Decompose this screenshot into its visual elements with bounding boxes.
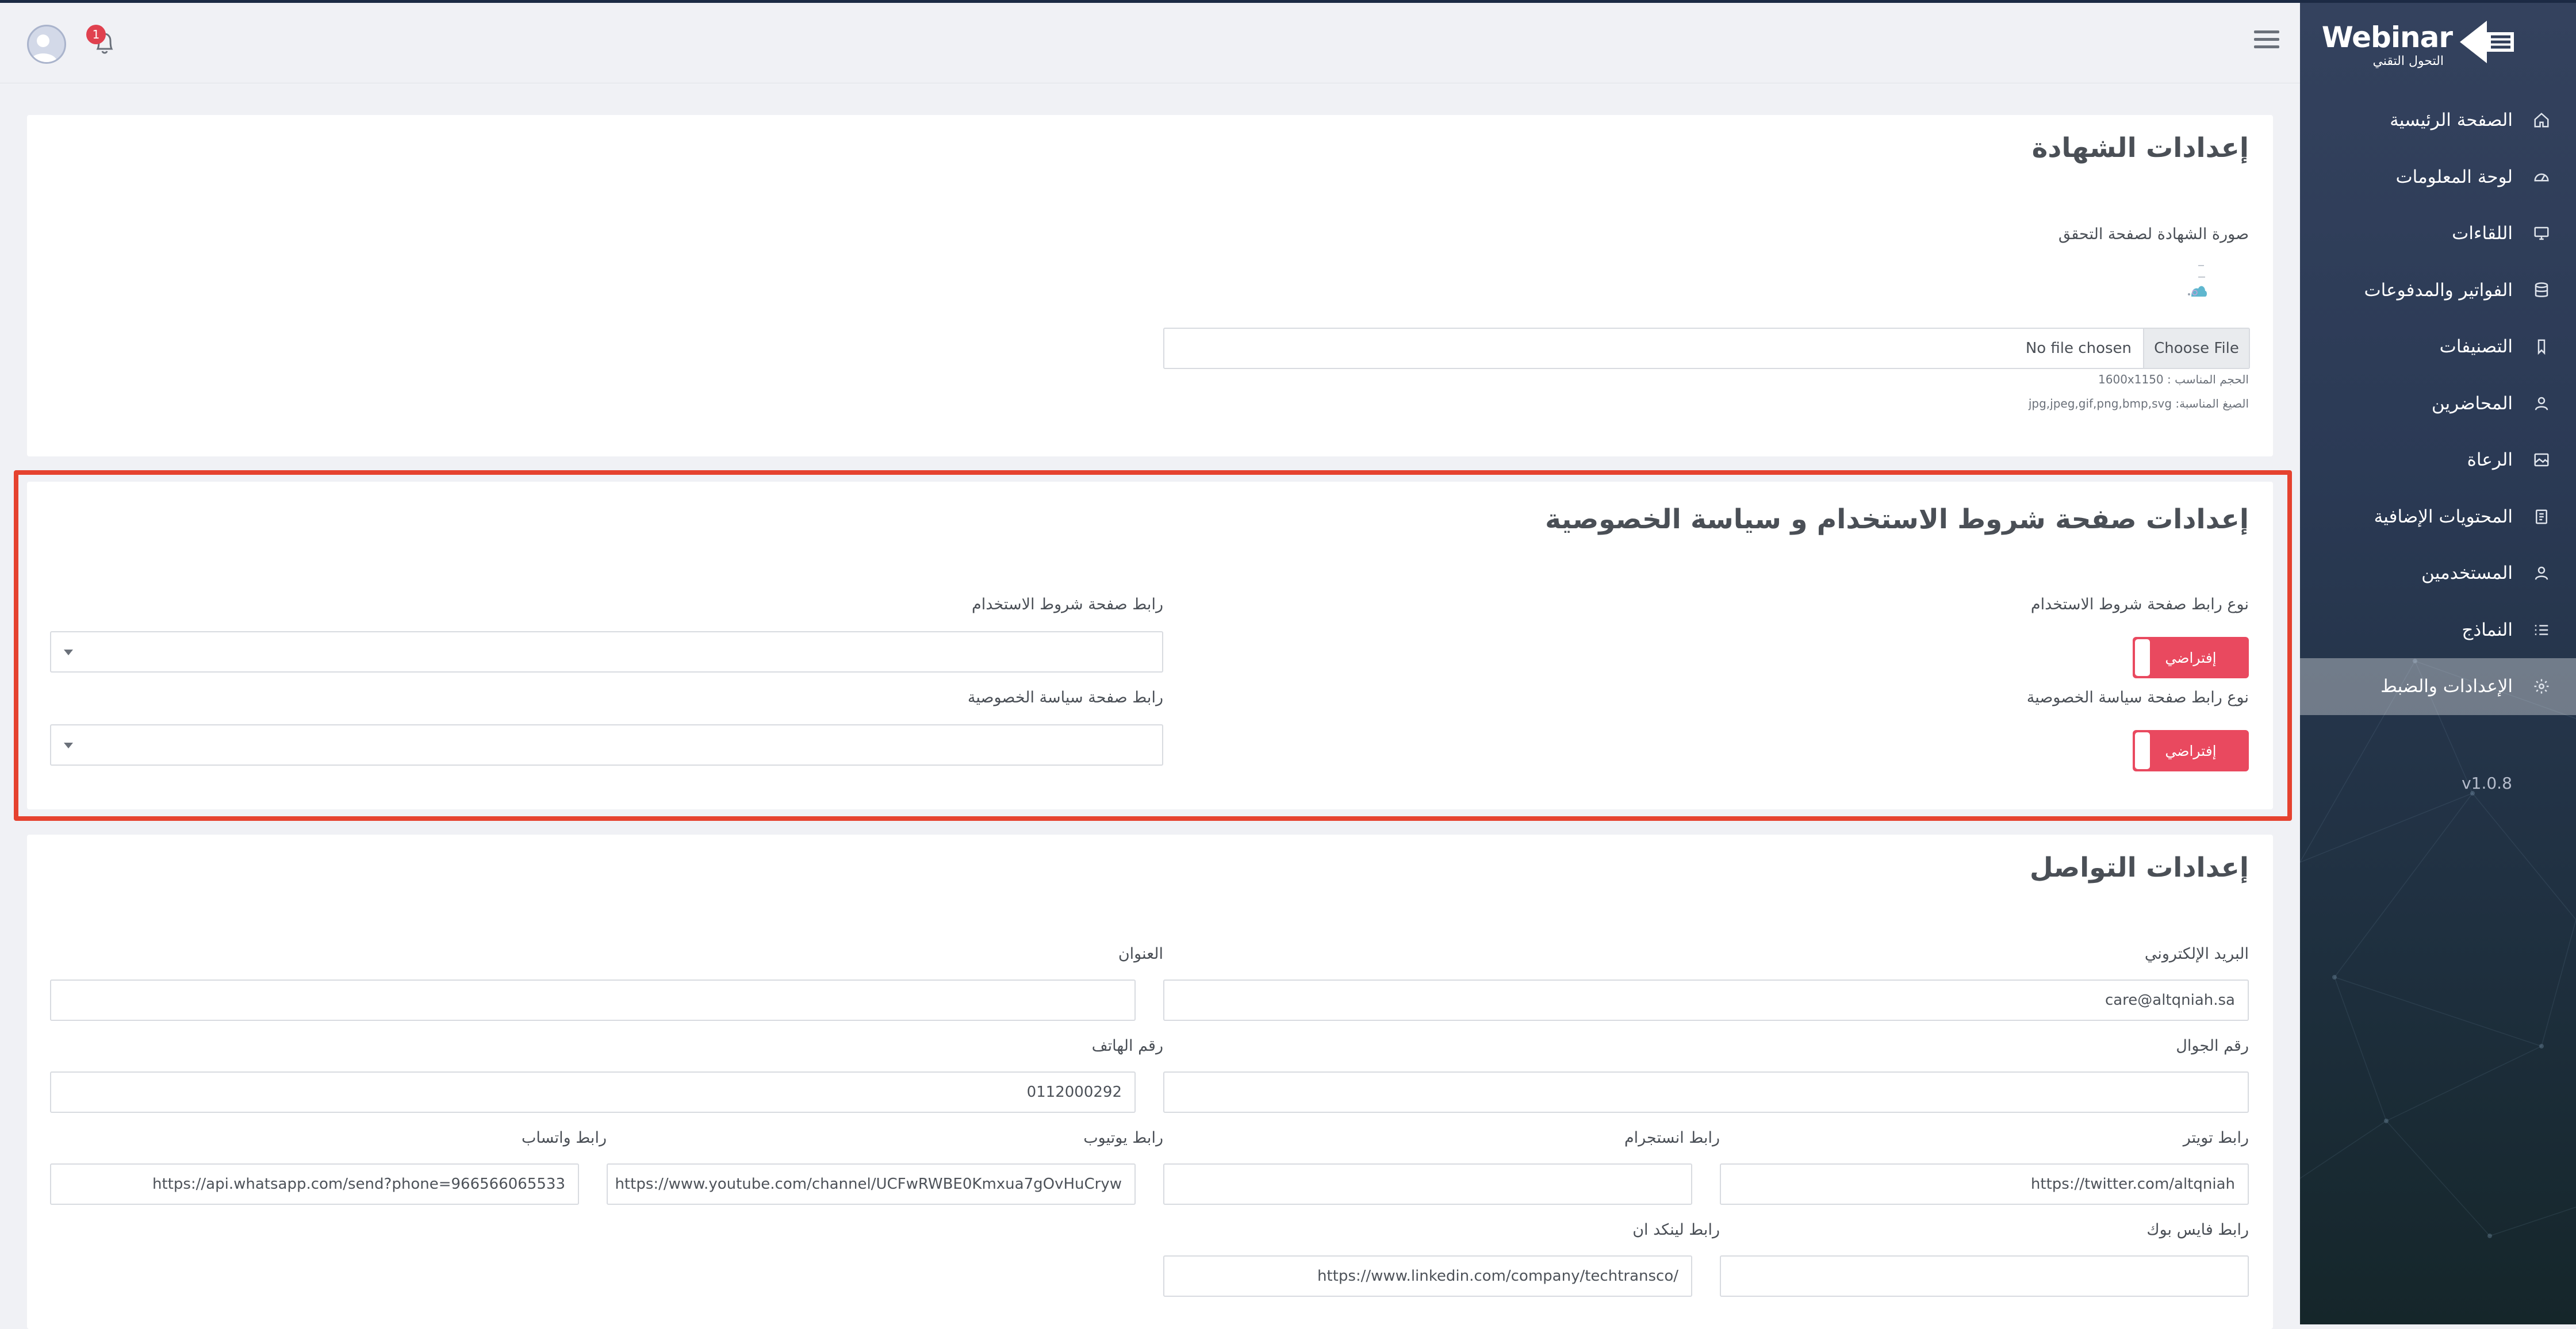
dashboard-gauge-icon [2530, 166, 2553, 189]
format-hint: الصيغ المناسبة: jpg,jpeg,gif,png,bmp,svg [2028, 397, 2249, 410]
terms-privacy-title: إعدادات صفحة شروط الاستخدام و سياسة الخص… [1545, 504, 2249, 535]
email-label: البريد الإلكتروني [2144, 945, 2249, 963]
logo-subtext: التحول التقني [2372, 54, 2444, 68]
image-icon [2530, 448, 2553, 471]
monitor-icon [2530, 222, 2553, 245]
gear-icon [2530, 675, 2553, 698]
tag-icon [2530, 335, 2553, 358]
mobile-field[interactable] [1163, 1071, 2249, 1113]
sidebar-item-label: الإعدادات والضبط [2380, 676, 2513, 697]
chevron-down-icon [64, 650, 73, 655]
chevron-down-icon [64, 743, 73, 748]
sidebar-item-users[interactable]: المستخدمين [2300, 545, 2576, 602]
certificate-settings-title: إعدادات الشهادة [2031, 132, 2249, 164]
terms-link-type-toggle[interactable]: إفتراضي [2133, 637, 2249, 678]
whatsapp-field[interactable]: https://api.whatsapp.com/send?phone=9665… [50, 1163, 579, 1205]
twitter-label: رابط تويتر [2183, 1129, 2249, 1147]
menu-toggle-icon[interactable] [2254, 30, 2279, 53]
size-hint: الحجم المناسب : 1600x1150 [2098, 372, 2249, 386]
database-icon [2530, 279, 2553, 302]
user-avatar-icon [30, 34, 57, 62]
email-field[interactable]: care@altqniah.sa [1163, 980, 2249, 1021]
sidebar-item-dashboard[interactable]: لوحة المعلومات [2300, 149, 2576, 206]
sidebar-item-forms[interactable]: النماذج [2300, 602, 2576, 659]
sidebar-item-sponsors[interactable]: الرعاة [2300, 432, 2576, 489]
twitter-field[interactable]: https://twitter.com/altqniah [1720, 1163, 2249, 1205]
sidebar-item-lecturers[interactable]: المحاضرين [2300, 375, 2576, 432]
certificate-file-input[interactable]: Choose File No file chosen [1163, 328, 2250, 369]
certificate-image-label: صورة الشهادة لصفحة التحقق [2058, 225, 2249, 243]
user-icon [2530, 562, 2553, 585]
top-accent-line [0, 0, 2576, 3]
linkedin-field[interactable]: https://www.linkedin.com/company/techtra… [1163, 1255, 1692, 1297]
sidebar-nav: الصفحة الرئيسية لوحة المعلومات اللقاءات … [2300, 92, 2576, 715]
sidebar-item-label: الفواتير والمدفوعات [2364, 279, 2513, 301]
sidebar: Webinar التحول التقني الصفحة الرئيسية لو… [2300, 0, 2576, 1324]
whatsapp-label: رابط واتساب [521, 1129, 607, 1147]
toggle-knob [2135, 732, 2150, 769]
privacy-link-select[interactable] [50, 724, 1163, 766]
privacy-link-type-value: إفتراضي [2165, 742, 2217, 759]
youtube-label: رابط يوتيوب [1083, 1129, 1163, 1147]
sidebar-item-label: اللقاءات [2452, 223, 2513, 244]
facebook-label: رابط فايس بوك [2146, 1221, 2249, 1239]
sidebar-item-invoices[interactable]: الفواتير والمدفوعات [2300, 262, 2576, 319]
sidebar-item-categories[interactable]: التصنيفات [2300, 318, 2576, 375]
privacy-link-type-toggle[interactable]: إفتراضي [2133, 730, 2249, 771]
sidebar-item-meetings[interactable]: اللقاءات [2300, 205, 2576, 262]
address-label: العنوان [1118, 945, 1163, 963]
sidebar-item-label: لوحة المعلومات [2395, 166, 2513, 187]
privacy-link-label: رابط صفحة سياسة الخصوصية [967, 689, 1163, 706]
avatar[interactable] [27, 25, 66, 64]
logo-arrow-icon [2460, 21, 2514, 63]
home-icon [2530, 109, 2553, 132]
top-bar: 1 [0, 3, 2300, 83]
notification-badge: 1 [86, 25, 106, 44]
choose-file-button[interactable]: Choose File [2143, 329, 2249, 368]
certificate-settings-card: إعدادات الشهادة صورة الشهادة لصفحة التحق… [27, 115, 2273, 456]
terms-privacy-settings-card: إعدادات صفحة شروط الاستخدام و سياسة الخص… [27, 482, 2273, 809]
certificate-thumbnail [2188, 265, 2207, 297]
sidebar-item-settings[interactable]: الإعدادات والضبط [2300, 658, 2576, 715]
sidebar-item-label: المحاضرين [2431, 393, 2513, 414]
linkedin-label: رابط لينكد ان [1632, 1221, 1720, 1239]
sidebar-item-extra-content[interactable]: المحتويات الإضافية [2300, 489, 2576, 546]
contact-settings-card: إعدادات التواصل البريد الإلكتروني care@a… [27, 835, 2273, 1329]
facebook-field[interactable] [1720, 1255, 2249, 1297]
user-icon [2530, 392, 2553, 415]
terms-link-select[interactable] [50, 631, 1163, 673]
toggle-knob [2135, 639, 2150, 676]
instagram-field[interactable] [1163, 1163, 1692, 1205]
address-field[interactable] [50, 980, 1136, 1021]
no-file-chosen-text: No file chosen [2025, 340, 2132, 357]
logo-text: Webinar [2321, 21, 2453, 54]
terms-link-type-label: نوع رابط صفحة شروط الاستخدام [2030, 596, 2249, 613]
phone-field[interactable]: 0112000292 [50, 1071, 1136, 1113]
sidebar-item-label: النماذج [2462, 619, 2513, 640]
sidebar-item-label: التصنيفات [2439, 336, 2513, 358]
sidebar-item-label: الرعاة [2467, 450, 2513, 471]
document-icon [2530, 505, 2553, 528]
privacy-link-type-label: نوع رابط صفحة سياسة الخصوصية [2026, 689, 2249, 706]
contact-settings-title: إعدادات التواصل [2029, 852, 2249, 884]
app-version: v1.0.8 [2462, 774, 2512, 793]
mobile-label: رقم الجوال [2176, 1037, 2249, 1055]
list-icon [2530, 619, 2553, 642]
sidebar-item-label: المستخدمين [2421, 563, 2513, 584]
terms-link-type-value: إفتراضي [2165, 649, 2217, 666]
sidebar-item-home[interactable]: الصفحة الرئيسية [2300, 92, 2576, 149]
terms-link-label: رابط صفحة شروط الاستخدام [972, 596, 1163, 613]
sidebar-item-label: الصفحة الرئيسية [2390, 110, 2513, 131]
phone-label: رقم الهاتف [1091, 1037, 1163, 1055]
youtube-field[interactable]: https://www.youtube.com/channel/UCFwRWBE… [607, 1163, 1136, 1205]
logo[interactable]: Webinar التحول التقني [2322, 16, 2518, 68]
instagram-label: رابط انستجرام [1624, 1129, 1720, 1147]
sidebar-item-label: المحتويات الإضافية [2374, 506, 2513, 527]
